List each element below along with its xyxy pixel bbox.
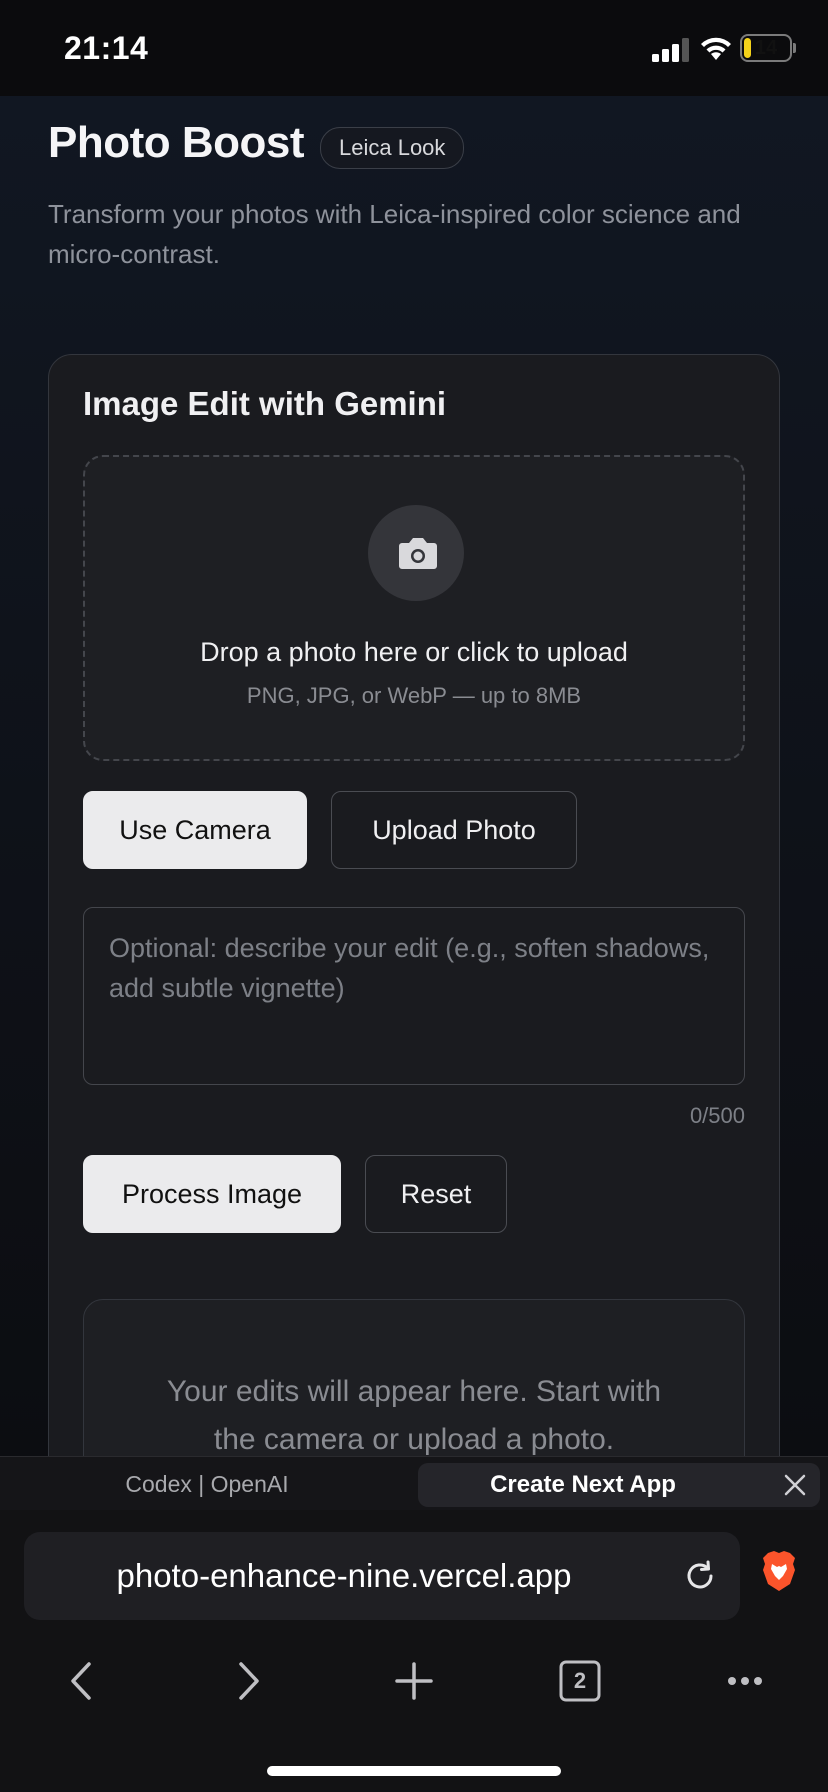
status-bar: 21:14 14 bbox=[0, 0, 828, 96]
reset-button[interactable]: Reset bbox=[365, 1155, 507, 1233]
battery-nub bbox=[793, 43, 796, 53]
active-tab-label: Create Next App bbox=[490, 1471, 676, 1498]
battery-icon: 14 bbox=[740, 34, 792, 62]
tab-codex-openai[interactable]: Codex | OpenAI bbox=[0, 1457, 414, 1511]
tabs-icon[interactable]: 2 bbox=[555, 1656, 605, 1706]
status-time: 21:14 bbox=[64, 30, 149, 66]
browser-toolbar: photo-enhance-nine.vercel.app 2 bbox=[0, 1510, 828, 1792]
tab-create-next-app[interactable]: Create Next App bbox=[418, 1463, 820, 1507]
battery-level: 14 bbox=[754, 37, 778, 59]
edit-prompt-textarea[interactable]: Optional: describe your edit (e.g., soft… bbox=[83, 907, 745, 1085]
tab-count: 2 bbox=[573, 1668, 587, 1693]
upload-photo-button[interactable]: Upload Photo bbox=[331, 791, 577, 869]
character-counter: 0/500 bbox=[689, 1103, 745, 1128]
browser-tab-bar: Codex | OpenAI Create Next App bbox=[0, 1456, 828, 1511]
process-image-button[interactable]: Process Image bbox=[83, 1155, 341, 1233]
address-bar[interactable]: photo-enhance-nine.vercel.app bbox=[24, 1532, 740, 1620]
card-title: Image Edit with Gemini bbox=[83, 385, 447, 422]
forward-icon[interactable] bbox=[222, 1656, 272, 1706]
new-tab-icon[interactable] bbox=[389, 1656, 439, 1706]
dropzone-hint: PNG, JPG, or WebP — up to 8MB bbox=[246, 683, 582, 708]
dropzone-title: Drop a photo here or click to upload bbox=[200, 637, 628, 667]
close-icon[interactable] bbox=[780, 1470, 810, 1500]
camera-icon-circle bbox=[368, 505, 464, 601]
result-panel: Your edits will appear here. Start with … bbox=[83, 1299, 745, 1456]
wifi-icon bbox=[701, 37, 731, 60]
photo-dropzone[interactable]: Drop a photo here or click to upload PNG… bbox=[83, 455, 745, 761]
home-indicator[interactable] bbox=[267, 1766, 561, 1776]
reload-icon[interactable] bbox=[680, 1556, 720, 1596]
url-text: photo-enhance-nine.vercel.app bbox=[116, 1557, 572, 1594]
use-camera-button[interactable]: Use Camera bbox=[83, 791, 307, 869]
web-page: Photo Boost Leica Look Transform your ph… bbox=[0, 96, 828, 1456]
result-placeholder: Your edits will appear here. Start with … bbox=[166, 1375, 662, 1456]
back-icon[interactable] bbox=[58, 1656, 108, 1706]
page-subtitle: Transform your photos with Leica-inspire… bbox=[48, 199, 741, 269]
image-edit-card: Image Edit with Gemini Drop a photo here… bbox=[48, 354, 780, 1456]
camera-icon bbox=[399, 538, 437, 569]
style-badge: Leica Look bbox=[320, 127, 465, 169]
more-icon[interactable] bbox=[720, 1656, 770, 1706]
brave-icon[interactable] bbox=[760, 1550, 798, 1592]
cellular-signal-icon bbox=[652, 38, 689, 62]
page-title: Photo Boost bbox=[48, 118, 305, 167]
